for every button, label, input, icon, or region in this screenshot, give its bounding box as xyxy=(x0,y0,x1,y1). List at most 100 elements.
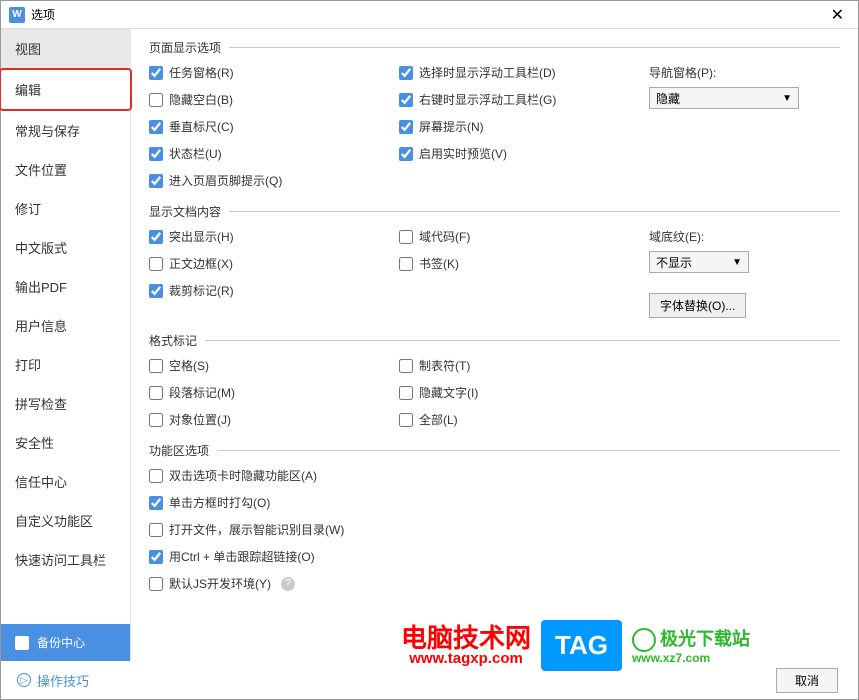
checkbox-input[interactable] xyxy=(149,93,163,107)
checkbox-option[interactable]: 空格(S) xyxy=(149,357,379,374)
checkbox-label: 进入页眉页脚提示(Q) xyxy=(169,172,282,189)
checkbox-input[interactable] xyxy=(149,257,163,271)
footer: ▷ 操作技巧 xyxy=(1,661,858,699)
checkbox-option[interactable]: 默认JS开发环境(Y)? xyxy=(149,575,840,592)
sidebar-item[interactable]: 打印 xyxy=(1,345,130,384)
shading-value: 不显示 xyxy=(656,254,692,271)
chevron-down-icon: ▼ xyxy=(782,93,792,104)
sidebar-item[interactable]: 修订 xyxy=(1,189,130,228)
content-area: 页面显示选项 任务窗格(R) 隐藏空白(B) 垂直标尺(C) 状态栏(U) 进入页眉页脚… xyxy=(130,29,858,661)
checkbox-option[interactable]: 突出显示(H) xyxy=(149,228,379,245)
checkbox-option[interactable]: 制表符(T) xyxy=(399,357,629,374)
sidebar-item[interactable]: 文件位置 xyxy=(1,150,130,189)
checkbox-option[interactable]: 单击方框时打勾(O) xyxy=(149,494,840,511)
checkbox-label: 制表符(T) xyxy=(419,357,470,374)
sidebar-item[interactable]: 常规与保存 xyxy=(1,111,130,150)
titlebar: W 选项 ✕ xyxy=(1,1,858,29)
checkbox-input[interactable] xyxy=(399,359,413,373)
cancel-button[interactable]: 取消 xyxy=(776,668,838,693)
checkbox-option[interactable]: 段落标记(M) xyxy=(149,384,379,401)
checkbox-input[interactable] xyxy=(399,230,413,244)
checkbox-label: 正文边框(X) xyxy=(169,255,233,272)
checkbox-label: 用Ctrl + 单击跟踪超链接(O) xyxy=(169,548,315,565)
checkbox-option[interactable]: 打开文件，展示智能识别目录(W) xyxy=(149,521,840,538)
checkbox-option[interactable]: 屏幕提示(N) xyxy=(399,118,629,135)
sidebar-item[interactable]: 拼写检查 xyxy=(1,384,130,423)
sidebar-item[interactable]: 自定义功能区 xyxy=(1,501,130,540)
checkbox-input[interactable] xyxy=(149,386,163,400)
checkbox-input[interactable] xyxy=(149,359,163,373)
checkbox-option[interactable]: 任务窗格(R) xyxy=(149,64,379,81)
backup-center-button[interactable]: 备份中心 xyxy=(1,624,130,661)
sidebar: 视图编辑常规与保存文件位置修订中文版式输出PDF用户信息打印拼写检查安全性信任中… xyxy=(1,29,130,661)
checkbox-input[interactable] xyxy=(149,577,163,591)
nav-pane-label: 导航窗格(P): xyxy=(649,64,840,81)
checkbox-label: 任务窗格(R) xyxy=(169,64,234,81)
checkbox-option[interactable]: 正文边框(X) xyxy=(149,255,379,272)
checkbox-option[interactable]: 对象位置(J) xyxy=(149,411,379,428)
sidebar-item[interactable]: 视图 xyxy=(1,29,130,68)
checkbox-input[interactable] xyxy=(399,386,413,400)
checkbox-input[interactable] xyxy=(399,257,413,271)
checkbox-input[interactable] xyxy=(149,496,163,510)
checkbox-input[interactable] xyxy=(399,147,413,161)
checkbox-option[interactable]: 隐藏文字(I) xyxy=(399,384,629,401)
tips-link[interactable]: ▷ 操作技巧 xyxy=(17,671,89,690)
checkbox-input[interactable] xyxy=(399,120,413,134)
shading-select[interactable]: 不显示 ▼ xyxy=(649,251,749,273)
checkbox-label: 打开文件，展示智能识别目录(W) xyxy=(169,521,344,538)
checkbox-label: 选择时显示浮动工具栏(D) xyxy=(419,64,556,81)
sidebar-item[interactable]: 编辑 xyxy=(0,68,132,111)
checkbox-input[interactable] xyxy=(149,284,163,298)
checkbox-option[interactable]: 启用实时预览(V) xyxy=(399,145,629,162)
checkbox-input[interactable] xyxy=(149,147,163,161)
nav-pane-value: 隐藏 xyxy=(656,90,680,107)
sidebar-item[interactable]: 安全性 xyxy=(1,423,130,462)
sidebar-item[interactable]: 快速访问工具栏 xyxy=(1,540,130,579)
checkbox-option[interactable]: 用Ctrl + 单击跟踪超链接(O) xyxy=(149,548,840,565)
sidebar-item[interactable]: 输出PDF xyxy=(1,267,130,306)
checkbox-label: 段落标记(M) xyxy=(169,384,235,401)
checkbox-input[interactable] xyxy=(149,66,163,80)
checkbox-input[interactable] xyxy=(149,469,163,483)
checkbox-input[interactable] xyxy=(149,550,163,564)
checkbox-option[interactable]: 状态栏(U) xyxy=(149,145,379,162)
checkbox-input[interactable] xyxy=(149,174,163,188)
checkbox-option[interactable]: 右键时显示浮动工具栏(G) xyxy=(399,91,629,108)
checkbox-input[interactable] xyxy=(399,93,413,107)
checkbox-input[interactable] xyxy=(399,66,413,80)
checkbox-label: 单击方框时打勾(O) xyxy=(169,494,270,511)
checkbox-option[interactable]: 选择时显示浮动工具栏(D) xyxy=(399,64,629,81)
checkbox-option[interactable]: 进入页眉页脚提示(Q) xyxy=(149,172,379,189)
nav-pane-select[interactable]: 隐藏 ▼ xyxy=(649,87,799,109)
window-title: 选项 xyxy=(31,6,825,23)
checkbox-input[interactable] xyxy=(149,413,163,427)
sidebar-item[interactable]: 中文版式 xyxy=(1,228,130,267)
backup-center-label: 备份中心 xyxy=(37,634,85,651)
info-icon: ▷ xyxy=(17,673,31,687)
checkbox-label: 启用实时预览(V) xyxy=(419,145,507,162)
checkbox-input[interactable] xyxy=(149,523,163,537)
checkbox-label: 裁剪标记(R) xyxy=(169,282,234,299)
sidebar-item[interactable]: 信任中心 xyxy=(1,462,130,501)
close-icon[interactable]: ✕ xyxy=(825,5,850,25)
section-title: 格式标记 xyxy=(149,332,205,349)
help-icon[interactable]: ? xyxy=(281,577,295,591)
checkbox-input[interactable] xyxy=(149,120,163,134)
checkbox-label: 状态栏(U) xyxy=(169,145,222,162)
checkbox-option[interactable]: 隐藏空白(B) xyxy=(149,91,379,108)
checkbox-option[interactable]: 全部(L) xyxy=(399,411,629,428)
section-title: 页面显示选项 xyxy=(149,39,229,56)
shading-label: 域底纹(E): xyxy=(649,228,840,245)
checkbox-option[interactable]: 垂直标尺(C) xyxy=(149,118,379,135)
section-title: 显示文档内容 xyxy=(149,203,229,220)
checkbox-input[interactable] xyxy=(149,230,163,244)
checkbox-option[interactable]: 裁剪标记(R) xyxy=(149,282,379,299)
checkbox-input[interactable] xyxy=(399,413,413,427)
checkbox-label: 隐藏空白(B) xyxy=(169,91,233,108)
checkbox-option[interactable]: 域代码(F) xyxy=(399,228,629,245)
checkbox-option[interactable]: 书签(K) xyxy=(399,255,629,272)
font-replace-button[interactable]: 字体替换(O)... xyxy=(649,293,746,318)
sidebar-item[interactable]: 用户信息 xyxy=(1,306,130,345)
checkbox-option[interactable]: 双击选项卡时隐藏功能区(A) xyxy=(149,467,840,484)
